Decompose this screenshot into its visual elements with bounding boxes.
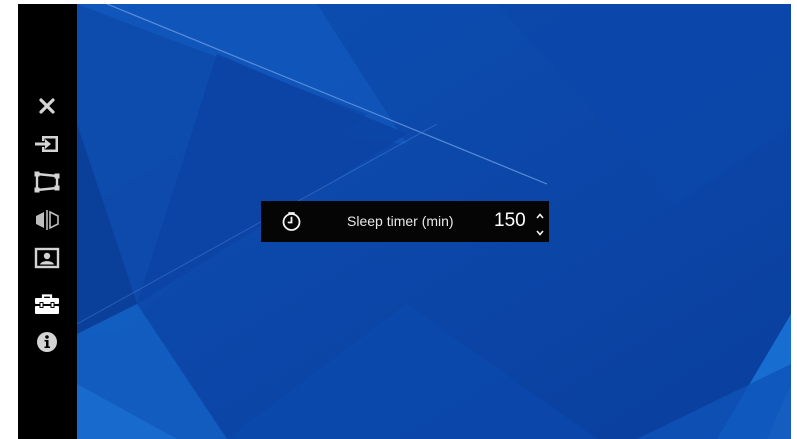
flip-button[interactable] (32, 206, 62, 234)
tools-button[interactable] (32, 290, 62, 318)
chevron-down-icon (536, 230, 544, 236)
sleep-timer-spinner (534, 207, 546, 237)
chevron-up-icon (536, 213, 544, 219)
decrement-button[interactable] (534, 224, 546, 236)
flip-icon (33, 209, 61, 231)
picture-button[interactable] (32, 244, 62, 272)
timer-icon (281, 211, 302, 232)
sleep-timer-value[interactable]: 150 (494, 210, 526, 232)
increment-button[interactable] (534, 207, 546, 219)
sleep-timer-label: Sleep timer (min) (347, 213, 454, 229)
keystone-icon (33, 170, 61, 194)
input-source-button[interactable] (32, 130, 62, 158)
settings-sidebar (18, 4, 77, 439)
keystone-button[interactable] (32, 168, 62, 196)
close-icon (38, 97, 56, 115)
info-icon (36, 331, 58, 353)
toolbox-icon (33, 293, 61, 315)
picture-icon (34, 247, 60, 269)
sleep-timer-osd: Sleep timer (min) 150 (261, 201, 549, 242)
input-icon (33, 133, 61, 155)
close-button[interactable] (32, 92, 62, 120)
info-button[interactable] (32, 328, 62, 356)
